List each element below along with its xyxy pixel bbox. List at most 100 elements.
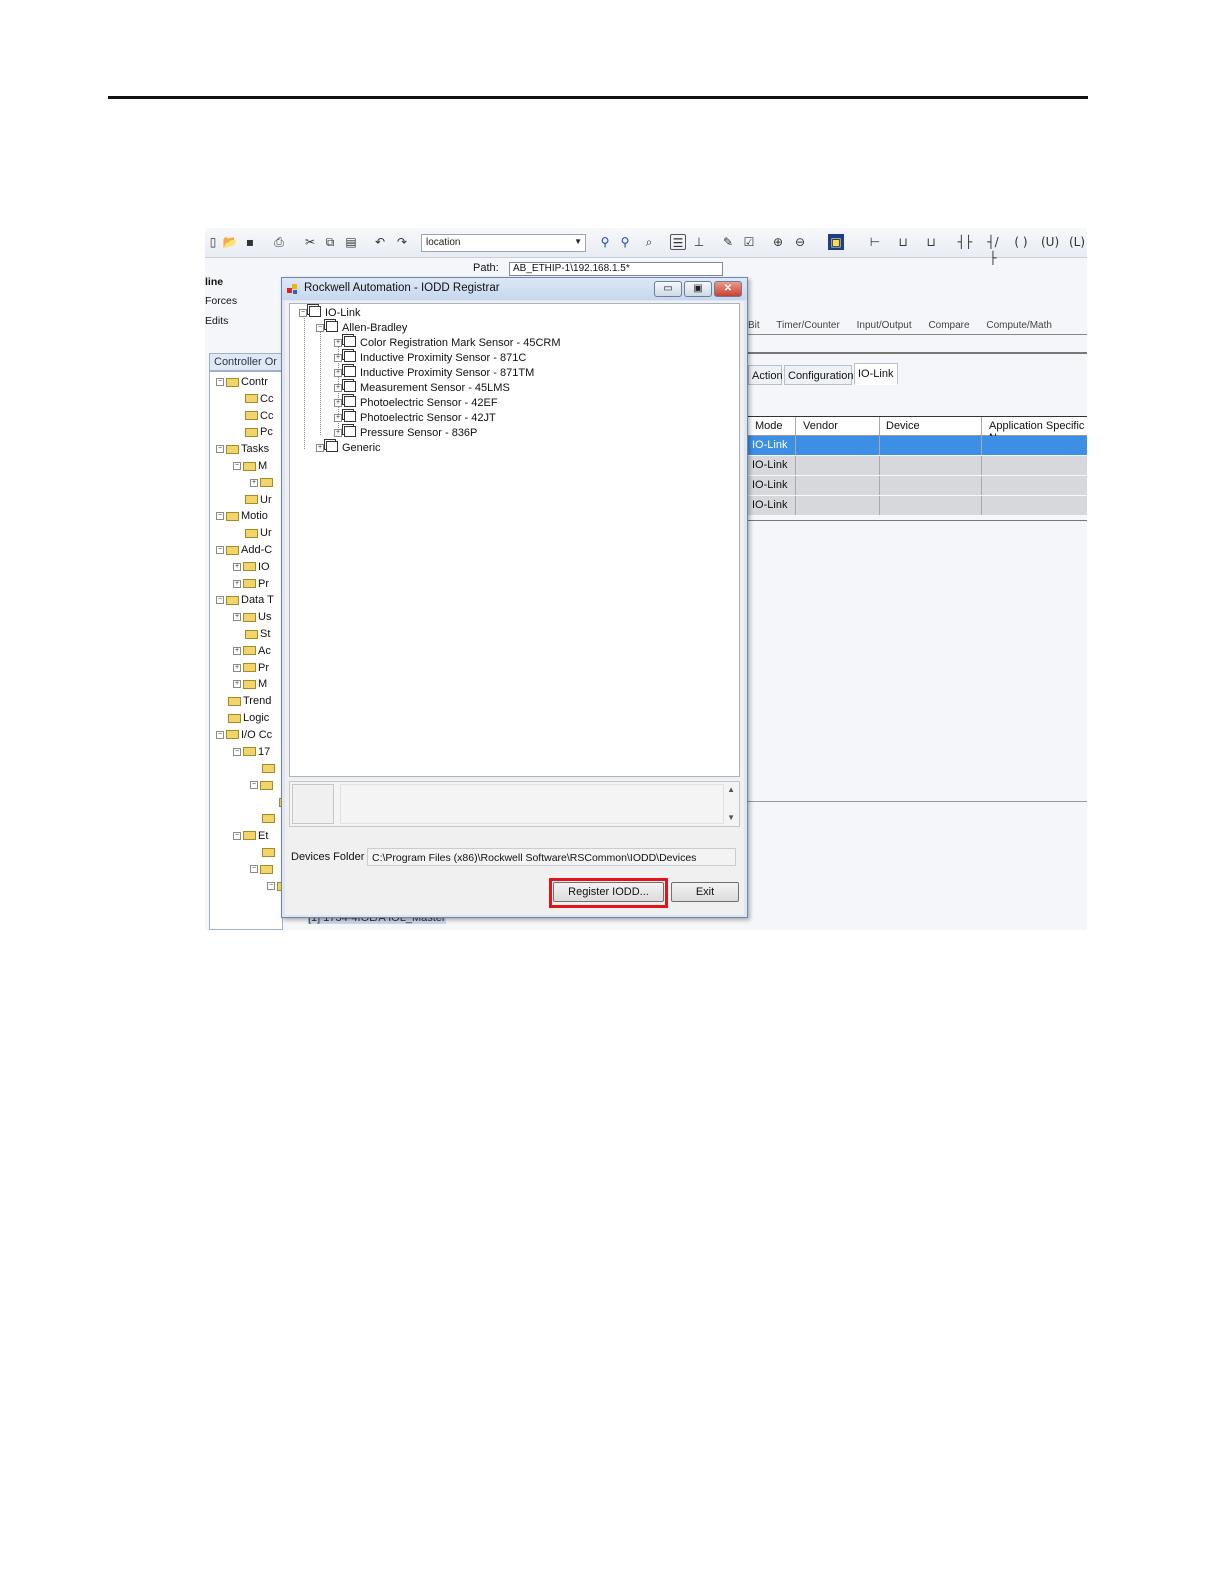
xio-icon[interactable]: ┤/├ (985, 234, 1001, 265)
tree-item[interactable]: − (250, 863, 275, 875)
undo-icon[interactable]: ↶ (372, 234, 388, 250)
tab-io-link[interactable]: IO-Link (854, 363, 898, 385)
branch-icon[interactable]: ⊔ (895, 234, 911, 250)
tree-node-generic[interactable]: + Generic (316, 441, 381, 455)
ote-icon[interactable]: ( ) (1013, 234, 1029, 250)
maximize-button[interactable]: ▣ (684, 281, 712, 297)
collapse-icon[interactable]: − (316, 324, 324, 333)
controller-icon[interactable]: ▣ (828, 234, 844, 250)
zoom-in-icon[interactable]: ⊕ (770, 234, 786, 250)
tree-item[interactable]: + M (233, 678, 267, 690)
collapse-icon[interactable]: − (216, 445, 224, 454)
tab-configuration[interactable]: Configuration (784, 365, 853, 385)
tree-item[interactable]: − Motio (216, 510, 268, 522)
tree-item[interactable] (250, 813, 277, 825)
tree-item[interactable]: + IO (233, 561, 270, 573)
tree-item[interactable]: St (233, 628, 270, 640)
tree-item[interactable]: Pc (233, 426, 273, 438)
expand-icon[interactable]: + (250, 478, 258, 487)
expand-icon[interactable]: + (316, 444, 324, 453)
save-icon[interactable]: ▪ (242, 234, 258, 250)
tree-item[interactable]: + Pr (233, 578, 269, 590)
tree-item[interactable]: Cc (233, 393, 273, 405)
tree-item[interactable] (250, 846, 277, 858)
tree-node-device[interactable]: + Photoelectric Sensor - 42JT (334, 411, 496, 425)
expand-icon[interactable]: + (334, 339, 342, 348)
tab-bit[interactable]: Bit (748, 320, 760, 331)
expand-icon[interactable]: + (233, 613, 241, 622)
tab-timer-counter[interactable]: Timer/Counter (776, 320, 840, 331)
tree-item[interactable]: − Add-C (216, 544, 272, 556)
cut-icon[interactable]: ✂ (302, 234, 318, 250)
edit-icon[interactable]: ✎ (720, 234, 736, 250)
collapse-icon[interactable]: − (216, 596, 224, 605)
tree-node-device[interactable]: + Measurement Sensor - 45LMS (334, 381, 510, 395)
expand-icon[interactable]: + (334, 369, 342, 378)
expand-icon[interactable]: + (233, 663, 241, 672)
tree-item[interactable]: − Et (233, 830, 268, 842)
print-icon[interactable]: ⎙ (271, 234, 287, 250)
xic-icon[interactable]: ┤├ (957, 234, 973, 250)
collapse-icon[interactable]: − (216, 546, 224, 555)
collapse-icon[interactable]: − (216, 730, 224, 739)
rung-icon[interactable]: ⊢ (867, 234, 883, 250)
collapse-icon[interactable]: − (233, 747, 241, 756)
table-row[interactable]: IO-Link (748, 456, 1087, 476)
tree-item[interactable]: Logic (216, 712, 269, 724)
browse-icon[interactable]: ⌕ (641, 234, 657, 250)
tree-item[interactable]: Cc (233, 410, 273, 422)
minimize-button[interactable]: ▭ (654, 281, 682, 297)
accept-icon[interactable]: ☑ (741, 234, 757, 250)
tab-compute-math[interactable]: Compute/Math (986, 320, 1052, 331)
tree-item[interactable]: − 17 (233, 746, 270, 758)
tree-item[interactable]: − M (233, 460, 267, 472)
collapse-icon[interactable]: − (250, 781, 258, 790)
tree-item[interactable] (250, 762, 277, 774)
open-folder-icon[interactable]: 📂 (222, 234, 238, 250)
tree-node-device[interactable]: + Inductive Proximity Sensor - 871C (334, 351, 526, 365)
table-row[interactable]: IO-Link (748, 476, 1087, 496)
branch-level-icon[interactable]: ⊔ (923, 234, 939, 250)
otl-icon[interactable]: (L) (1069, 234, 1085, 250)
tree-node-device[interactable]: + Pressure Sensor - 836P (334, 426, 477, 440)
location-combo[interactable]: location ▼ (421, 234, 586, 252)
expand-icon[interactable]: + (334, 414, 342, 423)
expand-icon[interactable]: + (233, 579, 241, 588)
find-next-icon[interactable]: ⚲ (617, 234, 633, 250)
tree-item[interactable]: − Tasks (216, 443, 269, 455)
tree-item[interactable]: − Data T (216, 594, 274, 606)
expand-icon[interactable]: + (233, 646, 241, 655)
exit-button[interactable]: Exit (671, 882, 739, 902)
scroll-up-icon[interactable]: ▲ (727, 785, 735, 794)
tree-item[interactable]: Ur (233, 494, 272, 506)
table-row[interactable]: IO-Link (748, 436, 1087, 456)
otu-icon[interactable]: (U) (1041, 234, 1059, 250)
zoom-out-icon[interactable]: ⊖ (792, 234, 808, 250)
tab-input-output[interactable]: Input/Output (857, 320, 912, 331)
path-combo[interactable]: AB_ETHIP-1\192.168.1.5* (509, 262, 723, 276)
scroll-down-icon[interactable]: ▼ (727, 813, 735, 822)
tree-item[interactable]: Trend (216, 695, 271, 707)
tree-item[interactable]: + Us (233, 611, 271, 623)
tree-node-device[interactable]: + Inductive Proximity Sensor - 871TM (334, 366, 534, 380)
tree-item[interactable]: + (250, 477, 275, 489)
tree-item[interactable]: Ur (233, 527, 272, 539)
new-file-icon[interactable]: ▯ (205, 234, 221, 250)
expand-icon[interactable]: + (233, 562, 241, 571)
collapse-icon[interactable]: − (216, 378, 224, 387)
tree-node-io-link[interactable]: − IO-Link (299, 306, 360, 320)
tree-item[interactable]: − I/O Cc (216, 729, 272, 741)
collapse-icon[interactable]: − (233, 462, 241, 471)
expand-icon[interactable]: + (334, 354, 342, 363)
tree-item[interactable]: − Contr (216, 376, 268, 388)
expand-icon[interactable]: + (334, 429, 342, 438)
expand-icon[interactable]: + (334, 399, 342, 408)
paste-icon[interactable]: ▤ (343, 234, 359, 250)
collapse-icon[interactable]: − (216, 512, 224, 521)
collapse-icon[interactable]: − (267, 882, 275, 891)
trend-icon[interactable]: ⊥ (691, 234, 707, 250)
tree-item[interactable]: + Ac (233, 645, 271, 657)
tree-item[interactable]: + Pr (233, 662, 269, 674)
tree-node-allen-bradley[interactable]: − Allen-Bradley (316, 321, 407, 335)
expand-icon[interactable]: + (233, 680, 241, 689)
